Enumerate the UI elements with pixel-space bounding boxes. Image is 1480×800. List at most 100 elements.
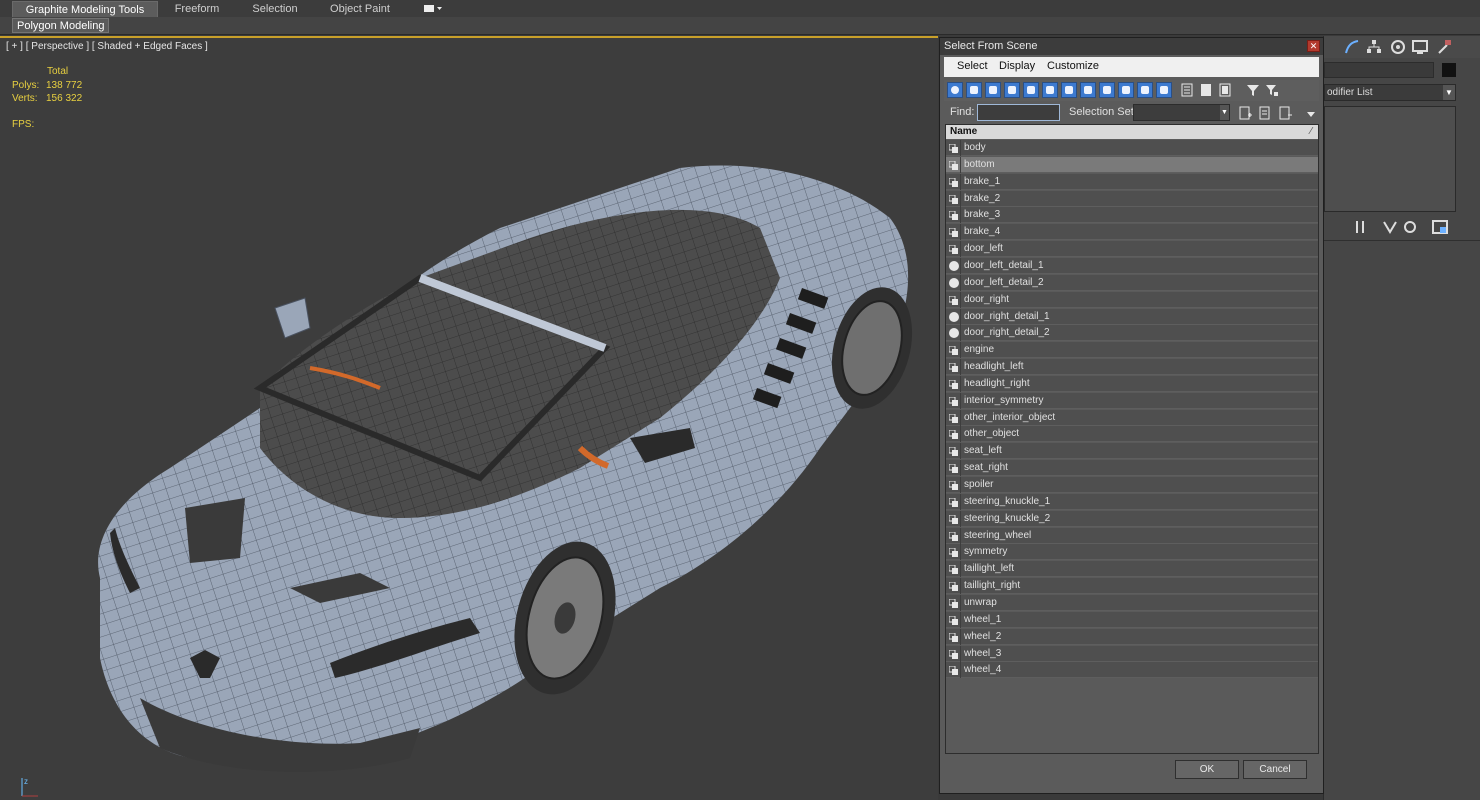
viewport-label[interactable]: [ + ] [ Perspective ] [ Shaded + Edged F… [6,41,208,52]
list-item[interactable]: wheel_4 [946,662,1318,679]
add-to-selection-set-icon[interactable] [1258,106,1272,120]
hierarchy-tab-icon[interactable] [1366,39,1382,55]
list-item[interactable]: steering_wheel [946,527,1318,544]
chevron-down-icon[interactable]: ▼ [1443,85,1455,100]
tab-selection[interactable]: Selection [240,1,310,17]
list-item[interactable]: wheel_2 [946,628,1318,645]
list-item[interactable]: other_interior_object [946,409,1318,426]
column-header-name[interactable]: Name ⁄ [946,125,1318,139]
object-name: door_left_detail_1 [964,259,1044,271]
list-item[interactable]: door_right [946,291,1318,308]
row-separator [960,375,961,392]
select-all-icon[interactable] [1180,83,1194,97]
list-item[interactable]: symmetry [946,544,1318,561]
geometry-filter-icon[interactable] [947,82,963,98]
list-item[interactable]: door_left [946,241,1318,258]
display-options-icon[interactable] [422,3,444,15]
list-item[interactable]: seat_right [946,460,1318,477]
list-item[interactable]: seat_left [946,443,1318,460]
subtab-polygon-modeling[interactable]: Polygon Modeling [12,18,110,33]
display-tab-icon[interactable] [1412,39,1428,55]
tab-graphite-modeling-tools[interactable]: Graphite Modeling Tools [12,1,158,17]
list-item[interactable]: taillight_left [946,561,1318,578]
perspective-viewport[interactable]: [ + ] [ Perspective ] [ Shaded + Edged F… [0,36,938,800]
tab-freeform[interactable]: Freeform [162,1,232,17]
stats-verts-label: Verts: [12,93,38,104]
configure-modifier-sets-icon[interactable] [1432,219,1448,235]
show-end-result-icon[interactable] [1382,219,1398,235]
row-separator [960,477,961,493]
menu-display[interactable]: Display [999,60,1035,72]
row-separator [960,493,961,510]
list-item[interactable]: headlight_left [946,359,1318,376]
list-item[interactable]: door_right_detail_2 [946,325,1318,342]
containers-filter-icon[interactable] [1118,82,1134,98]
chevron-down-icon[interactable]: ▼ [1220,105,1229,120]
stats-verts-value: 156 322 [46,93,83,104]
filter-icon[interactable] [1246,83,1260,97]
list-item[interactable]: wheel_3 [946,645,1318,662]
modify-tab-icon[interactable] [1344,39,1360,55]
scene-object-list[interactable]: Name ⁄ body bottom brake_1 brake_2 brake_3 br… [945,124,1319,754]
group-icon [948,463,959,474]
menu-customize[interactable]: Customize [1047,60,1099,72]
make-unique-icon[interactable] [1402,219,1418,235]
list-item[interactable]: other_object [946,426,1318,443]
helpers-filter-icon[interactable] [1023,82,1039,98]
close-icon[interactable]: ✕ [1307,40,1320,52]
selection-set-dropdown[interactable]: ▼ [1133,104,1230,121]
options-chevron-icon[interactable] [1306,110,1320,124]
bones-filter-icon[interactable] [1099,82,1115,98]
select-invert-icon[interactable] [1218,83,1232,97]
cameras-filter-icon[interactable] [1004,82,1020,98]
list-item[interactable]: body [946,140,1318,156]
list-item[interactable]: spoiler [946,477,1318,493]
filter-settings-icon[interactable] [1265,83,1279,97]
list-item[interactable]: brake_2 [946,190,1318,207]
list-item[interactable]: brake_1 [946,173,1318,190]
sort-icon[interactable]: ⁄ [1310,125,1312,139]
car-wireframe-model[interactable] [60,118,920,798]
object-color-swatch[interactable] [1442,63,1456,77]
list-item[interactable]: door_left_detail_2 [946,274,1318,291]
space-warps-filter-icon[interactable] [1042,82,1058,98]
list-item[interactable]: door_right_detail_1 [946,308,1318,325]
motion-tab-icon[interactable] [1390,39,1406,55]
menu-select[interactable]: Select [957,60,988,72]
list-item[interactable]: brake_3 [946,207,1318,224]
list-item[interactable]: wheel_1 [946,611,1318,628]
object-name-field[interactable] [1324,62,1434,78]
row-separator [960,443,961,460]
remove-from-selection-set-icon[interactable] [1278,106,1292,120]
dialog-title-bar[interactable]: Select From Scene ✕ [940,38,1323,55]
list-item[interactable]: taillight_right [946,578,1318,595]
shapes-filter-icon[interactable] [966,82,982,98]
pin-stack-icon[interactable] [1352,219,1368,235]
utilities-tab-icon[interactable] [1436,39,1452,55]
lights-filter-icon[interactable] [985,82,1001,98]
select-none-icon[interactable] [1199,83,1213,97]
list-item[interactable]: door_left_detail_1 [946,257,1318,274]
tab-object-paint[interactable]: Object Paint [318,1,402,17]
list-item[interactable]: engine [946,342,1318,359]
frozen-filter-icon[interactable] [1137,82,1153,98]
group-icon [948,143,959,153]
list-item[interactable]: interior_symmetry [946,392,1318,409]
list-item[interactable]: steering_knuckle_2 [946,510,1318,527]
modifier-stack[interactable] [1324,106,1456,212]
list-item[interactable]: headlight_right [946,375,1318,392]
find-input[interactable] [977,104,1060,121]
list-item[interactable]: unwrap [946,594,1318,611]
create-selection-set-icon[interactable] [1238,106,1252,120]
dialog-title: Select From Scene [944,40,1038,52]
list-item[interactable]: brake_4 [946,224,1318,241]
cancel-button[interactable]: Cancel [1243,760,1307,779]
list-item[interactable]: bottom [946,156,1318,173]
modifier-list-dropdown[interactable]: odifier List ▼ [1324,84,1456,101]
xrefs-filter-icon[interactable] [1080,82,1096,98]
object-name: steering_knuckle_1 [964,495,1051,507]
hidden-filter-icon[interactable] [1156,82,1172,98]
ok-button[interactable]: OK [1175,760,1239,779]
list-item[interactable]: steering_knuckle_1 [946,493,1318,510]
groups-filter-icon[interactable] [1061,82,1077,98]
